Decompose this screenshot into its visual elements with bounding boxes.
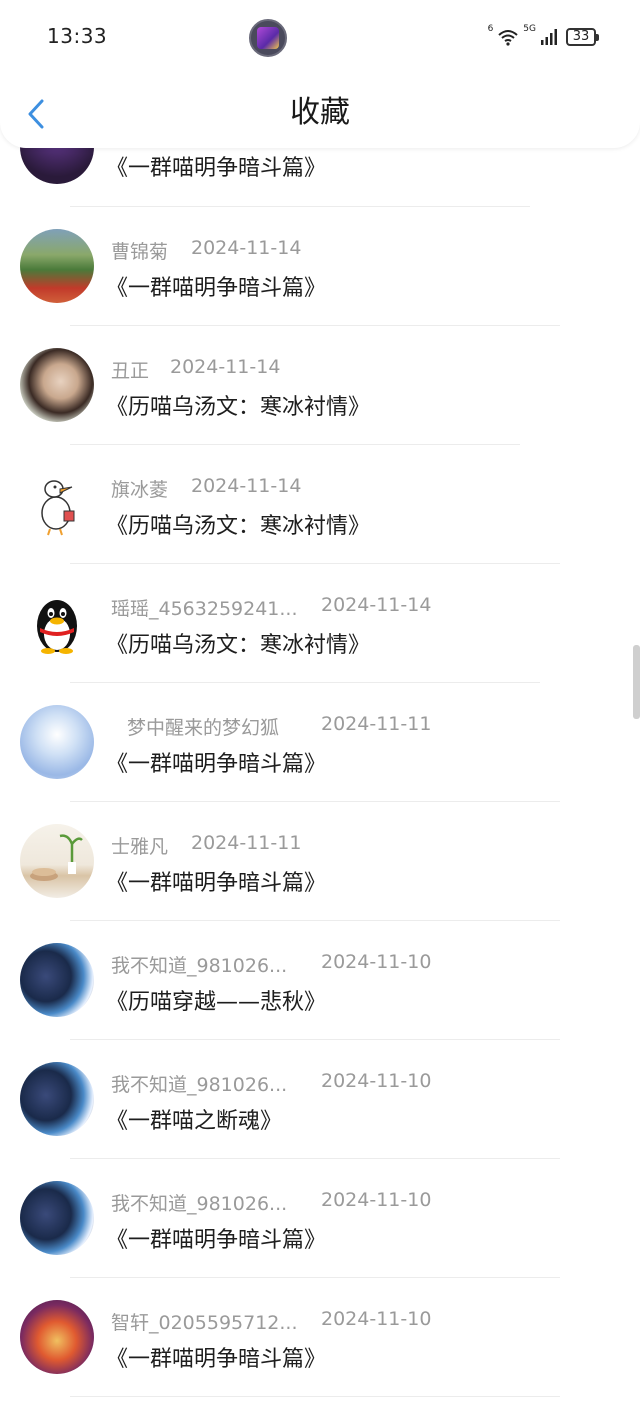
item-title: 《一群喵明争暗斗篇》 [106,1228,327,1253]
author-name: 瑶瑶_4563259241... [111,598,298,620]
avatar [20,943,94,1017]
list-item[interactable]: 梦中醒来的梦幻狐 2024-11-11 《一群喵明争暗斗篇》 [0,683,640,802]
avatar [20,586,94,660]
item-title: 《历喵乌汤文：寒冰衬情》 [106,514,371,539]
item-meta: 我不知道_981026... 2024-11-10 [111,951,431,977]
list-item[interactable]: 旗冰菱 2024-11-14 《历喵乌汤文：寒冰衬情》 [0,445,640,564]
date-label: 2024-11-14 [191,475,302,497]
list-item[interactable]: 曹锦菊 2024-11-14 《一群喵明争暗斗篇》 [0,207,640,326]
author-name: 梦中醒来的梦幻狐 [127,717,280,739]
item-title: 《历喵乌汤文：寒冰衬情》 [106,633,371,658]
avatar [20,467,94,541]
list-item[interactable]: 智轩_0205595712... 2024-11-10 《一群喵明争暗斗篇》 [0,1278,640,1397]
date-label: 2024-11-14 [321,594,432,616]
author-name: 旗冰菱 [111,479,169,501]
avatar [20,1300,94,1374]
item-title: 《历喵乌汤文：寒冰衬情》 [106,395,371,420]
item-title: 《一群喵明争暗斗篇》 [106,156,327,181]
app-notification-icon [249,19,287,57]
scrollbar[interactable] [633,645,640,719]
penguin-icon [37,600,77,654]
list-item[interactable]: 丑正 2024-11-14 《历喵乌汤文：寒冰衬情》 [0,326,640,445]
date-label: 2024-11-14 [191,237,302,259]
author-name: 士雅凡 [111,836,169,858]
item-meta: 丑正 2024-11-14 [111,356,280,382]
date-label: 2024-11-10 [321,1070,432,1092]
item-meta: 瑶瑶_4563259241... 2024-11-14 [111,594,431,620]
item-title: 《一群喵明争暗斗篇》 [106,276,327,301]
date-label: 2024-11-11 [321,713,432,735]
avatar [20,1062,94,1136]
signal-icon [541,29,557,45]
item-meta: 曹锦菊 2024-11-14 [111,237,301,263]
item-meta: 我不知道_981026... 2024-11-10 [111,1070,431,1096]
author-name: 智轩_0205595712... [111,1312,298,1334]
page-title: 收藏 [290,95,350,130]
system-icons: 6 5G 33 [487,24,599,48]
list-item[interactable]: 我不知道_981026... 2024-11-10 《历喵穿越——悲秋》 [0,921,640,1040]
battery-icon: 33 [566,28,599,46]
author-name: 我不知道_981026... [111,955,288,977]
item-meta: 梦中醒来的梦幻狐 2024-11-11 [111,713,431,739]
network-type-label: 5G [523,24,536,34]
network-small-label: 6 [487,24,494,34]
item-meta: 旗冰菱 2024-11-14 [111,475,301,501]
header: 13:33 6 5G 33 收藏 [0,0,640,148]
avatar [20,1181,94,1255]
status-bar: 13:33 6 5G 33 [0,0,640,76]
date-label: 2024-11-10 [321,951,432,973]
plant-icon [30,834,83,881]
date-label: 2024-11-10 [321,1308,432,1330]
divider [70,1396,560,1397]
date-label: 2024-11-11 [191,832,302,854]
item-title: 《一群喵明争暗斗篇》 [106,1347,327,1372]
list-item[interactable]: 我不知道_981026... 2024-11-10 《一群喵明争暗斗篇》 [0,1159,640,1278]
author-name: 曹锦菊 [111,241,169,263]
date-label: 2024-11-10 [321,1189,432,1211]
item-meta: 士雅凡 2024-11-11 [111,832,301,858]
item-title: 《历喵穿越——悲秋》 [106,990,327,1015]
wifi-icon [498,30,518,46]
status-time: 13:33 [47,24,108,48]
item-meta: 智轩_0205595712... 2024-11-10 [111,1308,431,1334]
avatar [20,705,94,779]
avatar [20,824,94,898]
item-title: 《一群喵明争暗斗篇》 [106,871,327,896]
list-item[interactable]: 士雅凡 2024-11-11 《一群喵明争暗斗篇》 [0,802,640,921]
list-item[interactable]: 瑶瑶_4563259241... 2024-11-14 《历喵乌汤文：寒冰衬情》 [0,564,640,683]
author-name: 我不知道_981026... [111,1193,288,1215]
item-title: 《一群喵明争暗斗篇》 [106,752,327,777]
goose-icon [41,480,75,536]
list-item[interactable]: 我不知道_981026... 2024-11-10 《一群喵之断魂》 [0,1040,640,1159]
date-label: 2024-11-14 [170,356,281,378]
item-title: 《一群喵之断魂》 [106,1109,283,1134]
item-meta: 我不知道_981026... 2024-11-10 [111,1189,431,1215]
avatar [20,229,94,303]
author-name: 丑正 [111,360,150,382]
author-name: 我不知道_981026... [111,1074,288,1096]
avatar [20,348,94,422]
